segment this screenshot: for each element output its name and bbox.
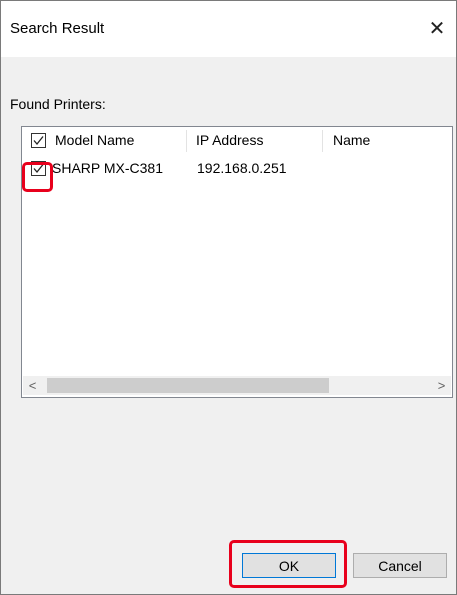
column-header-model-name[interactable]: Model Name [55,127,134,154]
search-result-dialog: Search Result ✕ Found Printers: Model Na… [0,0,457,595]
ok-button-highlight-annotation [229,540,347,588]
cancel-button[interactable]: Cancel [353,553,447,578]
column-header-ip-address[interactable]: IP Address [196,127,263,154]
column-header-name[interactable]: Name [333,127,370,154]
checkbox-highlight-annotation [22,162,53,192]
scroll-left-icon[interactable]: < [23,376,42,395]
checkbox-check-icon [33,136,44,146]
title-bar: Search Result ✕ [1,1,456,57]
column-divider[interactable] [186,130,187,152]
printer-list[interactable]: Model Name IP Address Name SHARP MX-C381… [21,126,453,398]
scroll-right-icon[interactable]: > [432,376,451,395]
close-icon[interactable]: ✕ [419,13,455,45]
select-all-checkbox[interactable] [31,133,46,148]
row-ip-address: 192.168.0.251 [197,160,287,176]
row-model-name: SHARP MX-C381 [52,160,164,176]
scrollbar-thumb[interactable] [47,378,329,393]
horizontal-scrollbar[interactable]: < > [23,376,451,395]
list-header: Model Name IP Address Name [22,127,452,154]
column-divider[interactable] [322,130,323,152]
window-title: Search Result [10,20,105,37]
found-printers-label: Found Printers: [10,96,106,112]
table-row[interactable]: SHARP MX-C381 192.168.0.251 [22,155,452,181]
